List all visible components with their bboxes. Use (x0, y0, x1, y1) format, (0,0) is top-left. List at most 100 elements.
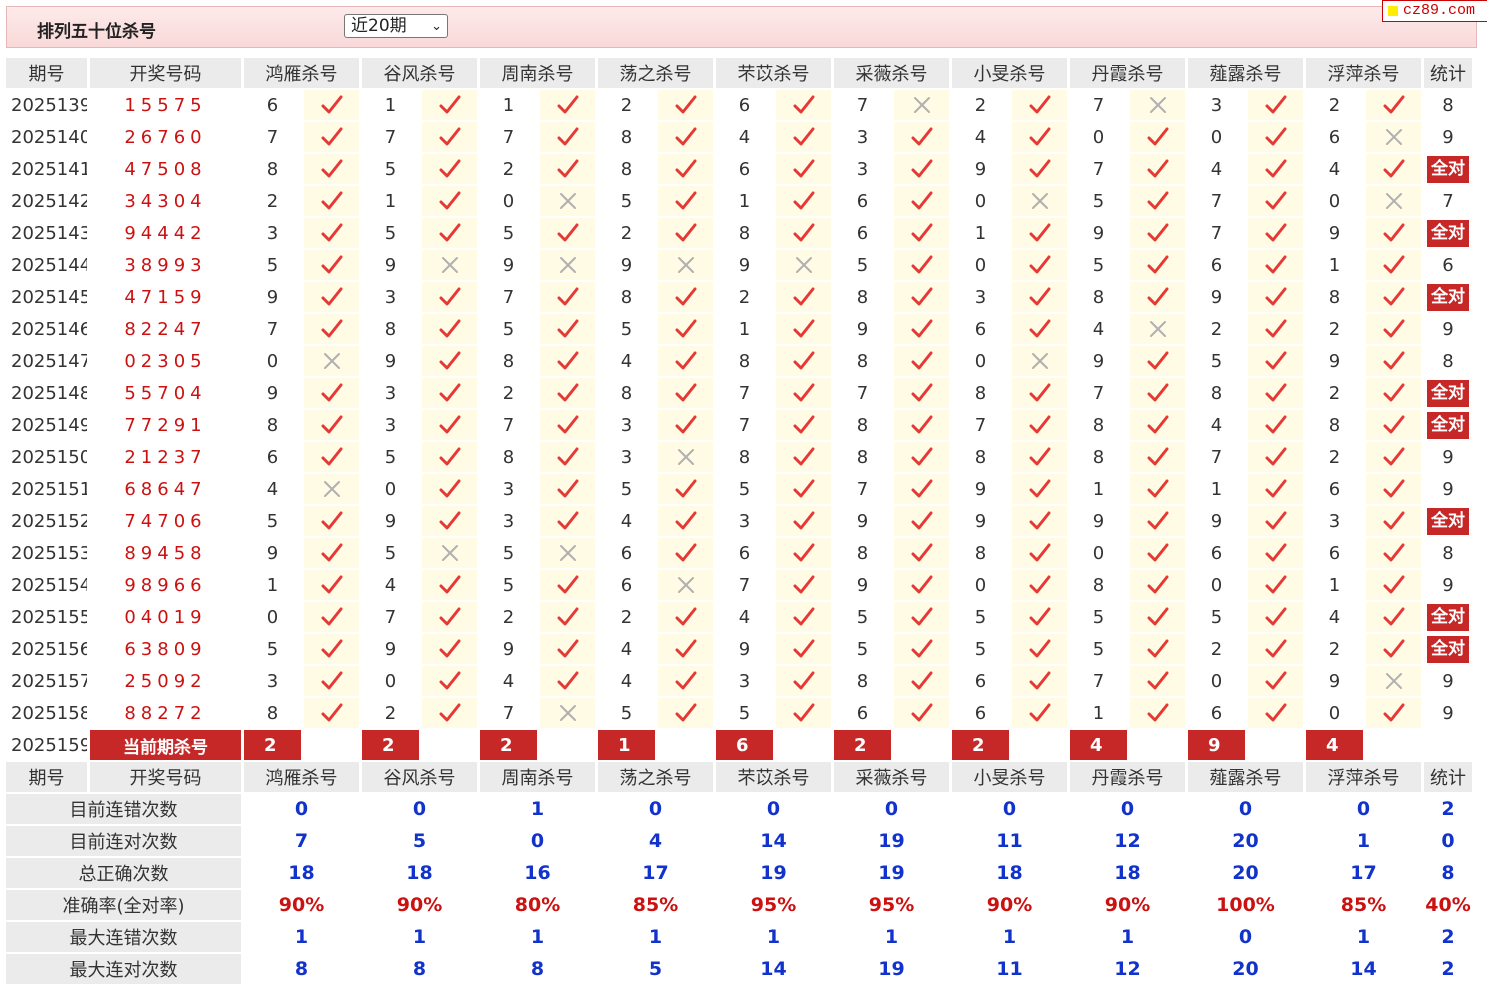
site-logo[interactable]: cz89.com (1382, 0, 1487, 22)
check-icon (422, 346, 480, 378)
kill-number: 8 (834, 410, 894, 442)
kill-number: 3 (598, 410, 658, 442)
kill-number: 9 (244, 282, 304, 314)
summary-value: 95% (834, 890, 952, 922)
kill-number: 6 (952, 698, 1012, 730)
check-icon (1012, 506, 1070, 538)
kill-number: 9 (480, 634, 540, 666)
kill-number: 3 (480, 506, 540, 538)
check-icon (1366, 698, 1424, 730)
kill-number: 7 (834, 90, 894, 122)
kill-number: 2 (716, 282, 776, 314)
kill-number: 3 (362, 410, 422, 442)
current-kill-spacer (1012, 730, 1070, 762)
draw-number: 34304 (90, 186, 244, 218)
kill-number: 1 (716, 186, 776, 218)
summary-value: 1 (244, 922, 362, 954)
check-icon (776, 442, 834, 474)
issue-number: 2025142 (6, 186, 90, 218)
check-icon (1012, 314, 1070, 346)
kill-number: 5 (480, 538, 540, 570)
draw-number: 63809 (90, 634, 244, 666)
check-icon (422, 186, 480, 218)
summary-value: 19 (834, 826, 952, 858)
kill-number: 1 (716, 314, 776, 346)
kill-number: 8 (834, 442, 894, 474)
kill-number: 5 (598, 698, 658, 730)
kill-number: 8 (716, 442, 776, 474)
kill-number: 9 (952, 506, 1012, 538)
period-dropdown[interactable]: 近20期 ⌄ (344, 14, 448, 38)
kill-number: 5 (480, 314, 540, 346)
check-icon (658, 666, 716, 698)
draw-number: 89458 (90, 538, 244, 570)
kill-number: 5 (1070, 250, 1130, 282)
kill-number: 8 (598, 282, 658, 314)
cross-icon (658, 442, 716, 474)
col-header-expert: 鸿雁杀号 (244, 762, 362, 794)
table-row: 2025139 15575 6 1 1 2 6 7 2 7 3 2 8 (6, 90, 1475, 122)
kill-number: 0 (244, 346, 304, 378)
kill-number: 8 (1070, 410, 1130, 442)
check-icon (422, 378, 480, 410)
kill-number: 5 (952, 602, 1012, 634)
kill-number: 2 (480, 154, 540, 186)
check-icon (304, 634, 362, 666)
check-icon (894, 602, 952, 634)
col-header-expert: 荡之杀号 (598, 762, 716, 794)
stat-cell: 8 (1424, 538, 1475, 570)
check-icon (894, 154, 952, 186)
check-icon (894, 122, 952, 154)
check-icon (776, 474, 834, 506)
kill-number: 2 (362, 698, 422, 730)
kill-number: 5 (834, 250, 894, 282)
kill-number: 9 (952, 154, 1012, 186)
check-icon (776, 538, 834, 570)
summary-value: 19 (716, 858, 834, 890)
kill-number: 0 (480, 186, 540, 218)
summary-value: 0 (1188, 922, 1306, 954)
stat-cell: 9 (1424, 474, 1475, 506)
current-kill-number: 2 (952, 730, 1012, 762)
summary-total: 2 (1424, 954, 1475, 986)
current-kill-number: 2 (480, 730, 540, 762)
check-icon (1012, 154, 1070, 186)
kill-number: 7 (244, 314, 304, 346)
summary-value: 14 (716, 954, 834, 986)
kill-number: 6 (244, 442, 304, 474)
cross-icon (1366, 186, 1424, 218)
all-correct-badge: 全对 (1427, 283, 1469, 311)
summary-total: 0 (1424, 826, 1475, 858)
kill-number: 2 (598, 602, 658, 634)
check-icon (1012, 570, 1070, 602)
kill-number: 7 (362, 122, 422, 154)
issue-number: 2025144 (6, 250, 90, 282)
summary-value: 85% (598, 890, 716, 922)
check-icon (304, 250, 362, 282)
kill-number: 6 (834, 698, 894, 730)
kill-number: 7 (480, 282, 540, 314)
summary-value: 18 (362, 858, 480, 890)
kill-number: 5 (1070, 634, 1130, 666)
check-icon (894, 506, 952, 538)
cross-icon (304, 474, 362, 506)
current-kill-spacer (894, 730, 952, 762)
summary-value: 90% (362, 890, 480, 922)
draw-number: 77291 (90, 410, 244, 442)
kill-number: 4 (1306, 602, 1366, 634)
check-icon (658, 602, 716, 634)
check-icon (1130, 666, 1188, 698)
logo-text: cz89.com (1403, 2, 1476, 19)
summary-value: 5 (362, 826, 480, 858)
stat-cell: 6 (1424, 250, 1475, 282)
summary-value: 1 (834, 922, 952, 954)
current-kill-spacer (658, 730, 716, 762)
kill-number: 0 (1188, 122, 1248, 154)
stat-cell: 全对 (1424, 218, 1475, 250)
draw-number: 38993 (90, 250, 244, 282)
kill-number: 2 (952, 90, 1012, 122)
kill-number: 8 (480, 442, 540, 474)
summary-value: 0 (362, 794, 480, 826)
check-icon (422, 282, 480, 314)
kill-number: 2 (244, 186, 304, 218)
